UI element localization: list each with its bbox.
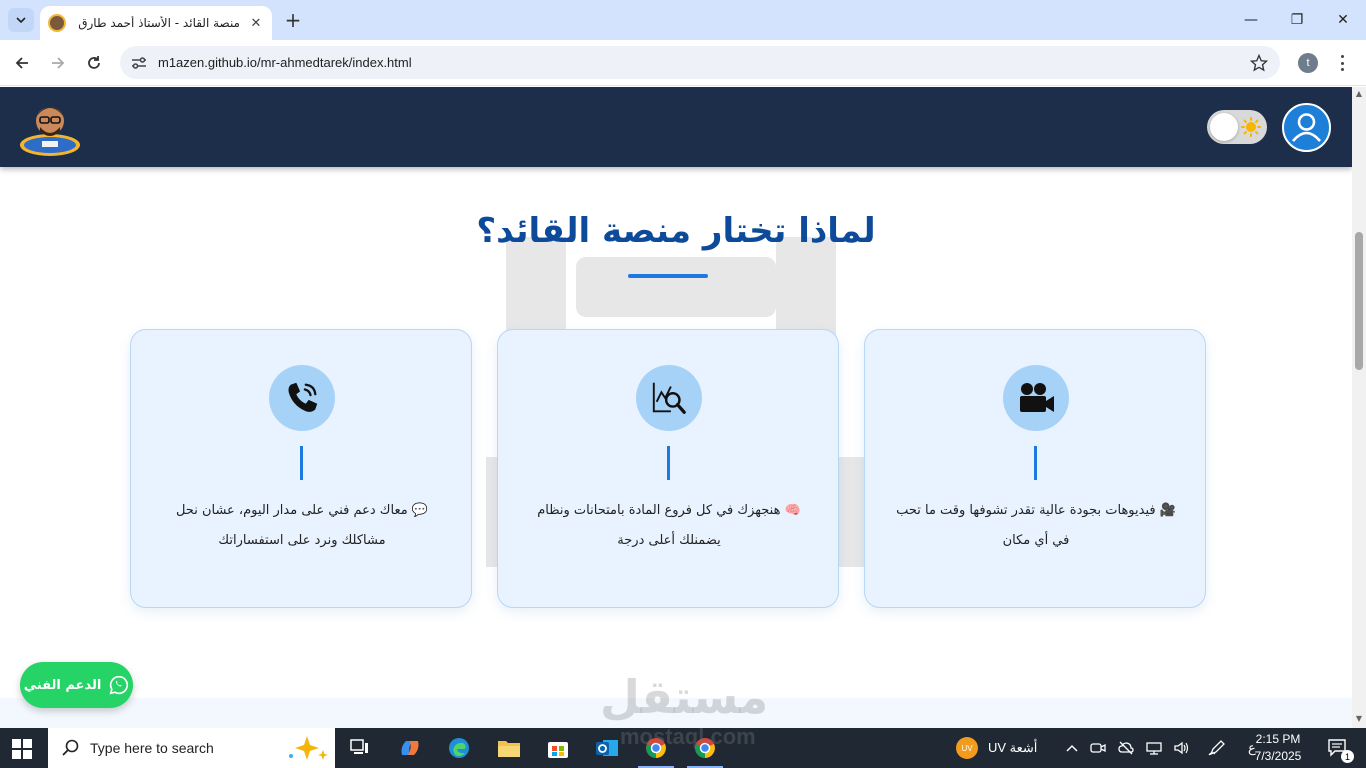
card-divider bbox=[1034, 446, 1037, 480]
page-scrollbar[interactable]: ▲ ▼ bbox=[1352, 87, 1366, 728]
feature-icon-circle bbox=[1003, 365, 1069, 431]
meet-now-icon[interactable] bbox=[1090, 741, 1106, 755]
notification-center-icon[interactable]: 1 bbox=[1316, 728, 1360, 768]
tab-title: منصة القائد - الأستاذ أحمد طارق bbox=[78, 16, 240, 30]
feature-icon-circle bbox=[636, 365, 702, 431]
microsoft-store-icon[interactable] bbox=[536, 728, 580, 768]
search-icon bbox=[62, 739, 79, 756]
volume-icon[interactable] bbox=[1174, 741, 1190, 755]
profile-avatar[interactable]: t bbox=[1298, 53, 1318, 73]
mostaql-watermark-url: mostaql.com bbox=[620, 724, 756, 749]
browser-menu-icon[interactable] bbox=[1334, 53, 1350, 73]
scroll-up-arrow[interactable]: ▲ bbox=[1355, 90, 1363, 98]
browser-toolbar: m1azen.github.io/mr-ahmedtarek/index.htm… bbox=[0, 40, 1366, 86]
video-camera-icon bbox=[1020, 383, 1054, 412]
favicon bbox=[48, 14, 66, 32]
site-header bbox=[0, 87, 1352, 167]
pen-icon[interactable] bbox=[1208, 740, 1226, 756]
feature-card-support: 💬 معاك دعم فني على مدار اليوم، عشان نحل … bbox=[130, 329, 472, 608]
feature-text: 🧠 هنجهزك في كل فروع المادة بامتحانات ونظ… bbox=[537, 503, 801, 548]
chart-search-icon bbox=[652, 382, 686, 414]
restore-button[interactable]: ❐ bbox=[1274, 0, 1320, 40]
arrow-right-icon bbox=[52, 57, 65, 69]
user-account-icon[interactable] bbox=[1282, 103, 1331, 152]
search-placeholder: Type here to search bbox=[90, 740, 214, 756]
task-view-icon[interactable] bbox=[338, 728, 382, 768]
tab-close-button[interactable]: ✕ bbox=[248, 15, 264, 31]
card-divider bbox=[300, 446, 303, 480]
windows-start-icon[interactable] bbox=[12, 739, 32, 759]
theme-toggle[interactable] bbox=[1207, 110, 1267, 144]
feature-text: 🎥 فيديوهات بجودة عالية تقدر تشوفها وقت م… bbox=[896, 503, 1176, 548]
whatsapp-support-button[interactable]: الدعم الفني bbox=[20, 662, 133, 708]
scroll-down-arrow[interactable]: ▼ bbox=[1355, 715, 1363, 723]
chevron-up-icon[interactable] bbox=[1066, 744, 1078, 752]
feature-card-videos: 🎥 فيديوهات بجودة عالية تقدر تشوفها وقت م… bbox=[864, 329, 1206, 608]
notification-count-badge: 1 bbox=[1341, 750, 1354, 763]
card-divider bbox=[667, 446, 670, 480]
taskbar-search-box[interactable]: Type here to search bbox=[48, 728, 335, 768]
sun-icon bbox=[1241, 117, 1261, 137]
copilot-sparkle-icon bbox=[289, 736, 328, 760]
arrow-left-icon bbox=[15, 57, 28, 69]
browser-tab[interactable]: منصة القائد - الأستاذ أحمد طارق ✕ bbox=[40, 6, 272, 40]
site-info-icon[interactable] bbox=[130, 54, 148, 72]
page-viewport: لماذا تختار منصة القائد؟ 💬 معاك دعم فني … bbox=[0, 87, 1352, 728]
clock-time: 2:15 PM bbox=[1255, 732, 1301, 746]
reload-icon bbox=[88, 56, 100, 69]
feature-icon-circle bbox=[269, 365, 335, 431]
system-tray: ع bbox=[1066, 728, 1256, 768]
copilot-app-icon[interactable] bbox=[388, 728, 432, 768]
minimize-button[interactable]: — bbox=[1228, 0, 1274, 40]
tab-search-button[interactable] bbox=[8, 8, 34, 32]
support-button-label: الدعم الفني bbox=[23, 677, 102, 693]
title-underline bbox=[628, 274, 708, 278]
forward-button[interactable] bbox=[45, 50, 71, 76]
file-explorer-icon[interactable] bbox=[487, 728, 531, 768]
address-bar[interactable]: m1azen.github.io/mr-ahmedtarek/index.htm… bbox=[120, 46, 1280, 79]
toggle-knob bbox=[1210, 113, 1238, 141]
weather-text: أشعة UV bbox=[988, 740, 1038, 755]
site-logo[interactable] bbox=[18, 97, 82, 157]
reload-button[interactable] bbox=[81, 50, 107, 76]
clock-date: 7/3/2025 bbox=[1254, 749, 1302, 763]
phone-icon bbox=[288, 382, 318, 412]
bookmark-star-icon[interactable] bbox=[1248, 52, 1270, 74]
mostaql-watermark: مستقل bbox=[600, 670, 769, 724]
feature-card-exams: 🧠 هنجهزك في كل فروع المادة بامتحانات ونظ… bbox=[497, 329, 839, 608]
browser-tab-strip: منصة القائد - الأستاذ أحمد طارق ✕ + — ❐ … bbox=[0, 0, 1366, 40]
weather-widget[interactable]: UV أشعة UV bbox=[956, 728, 1037, 768]
scrollbar-thumb[interactable] bbox=[1355, 232, 1363, 370]
taskbar-clock[interactable]: 2:15 PM 7/3/2025 bbox=[1250, 731, 1306, 765]
section-title: لماذا تختار منصة القائد؟ bbox=[476, 211, 876, 251]
cloud-offline-icon[interactable] bbox=[1118, 741, 1134, 755]
new-tab-button[interactable]: + bbox=[282, 8, 304, 32]
edge-browser-icon[interactable] bbox=[437, 728, 481, 768]
url-text: m1azen.github.io/mr-ahmedtarek/index.htm… bbox=[158, 55, 412, 70]
network-icon[interactable] bbox=[1146, 741, 1162, 755]
back-button[interactable] bbox=[9, 50, 35, 76]
close-window-button[interactable]: ✕ bbox=[1320, 0, 1366, 40]
whatsapp-icon bbox=[109, 675, 129, 695]
feature-text: 💬 معاك دعم فني على مدار اليوم، عشان نحل … bbox=[175, 503, 429, 548]
uv-badge-icon: UV bbox=[956, 737, 978, 759]
chevron-down-icon bbox=[16, 17, 26, 23]
